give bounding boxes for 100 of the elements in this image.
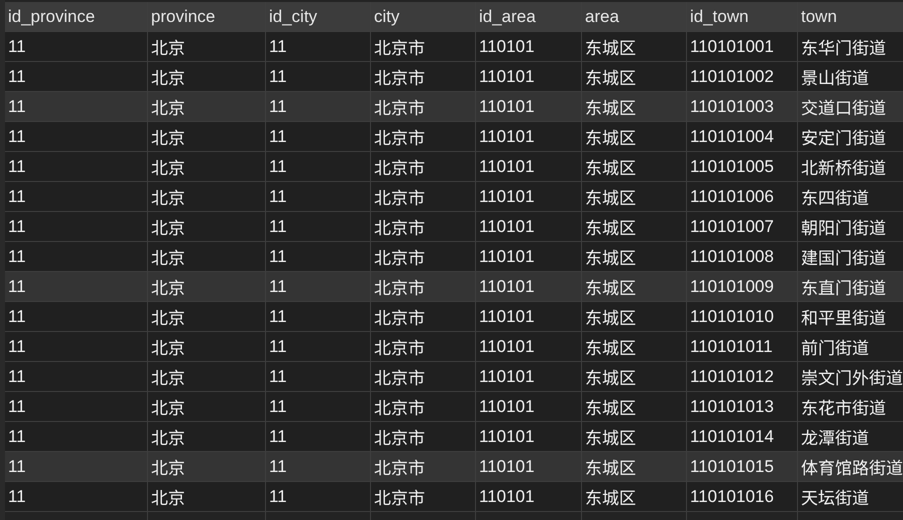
table-cell-text: 东城区 — [585, 488, 636, 509]
table-cell: 11 — [8, 156, 26, 176]
table-cell-text: 北京 — [151, 188, 185, 209]
table-cell-text: 北京市 — [374, 338, 425, 359]
table-cell: 11 — [8, 426, 26, 446]
table-cell: 11 — [8, 246, 26, 266]
table-cell-text: 北京 — [151, 488, 185, 509]
table-cell-text: 北京市 — [374, 308, 425, 329]
column-header[interactable]: city — [374, 6, 400, 26]
table-cell-text: 建国门街道 — [801, 248, 886, 269]
table-cell-text: 北新桥街道 — [801, 158, 886, 179]
table-cell: 11 — [8, 456, 26, 476]
table-cell-text: 北京市 — [374, 248, 425, 269]
table-cell-text: 东城区 — [585, 38, 636, 59]
table-cell-text: 东四街道 — [801, 188, 869, 209]
table-cell-text: 安定门街道 — [801, 128, 886, 149]
table-cell: 11 — [269, 306, 287, 326]
table-cell: 110101005 — [690, 156, 774, 176]
column-header[interactable]: id_province — [8, 6, 95, 26]
table-cell: 110101 — [479, 366, 534, 386]
table-cell-text: 北京市 — [374, 38, 425, 59]
table-cell: 110101 — [479, 456, 534, 476]
table-cell-text: 东城区 — [585, 248, 636, 269]
table-cell: 110101 — [479, 66, 534, 86]
table-cell-text: 体育馆路街道 — [801, 458, 903, 479]
table-cell-text: 北京 — [151, 98, 185, 119]
table-cell: 110101 — [479, 486, 534, 506]
table-cell-text: 东城区 — [585, 188, 636, 209]
table-cell-text: 北京 — [151, 128, 185, 149]
table-cell: 110101004 — [690, 126, 774, 146]
table-cell-text: 北京 — [151, 278, 185, 299]
column-header[interactable]: id_area — [479, 6, 536, 26]
table-cell: 11 — [269, 126, 287, 146]
table-cell-text: 前门街道 — [801, 338, 869, 359]
table-cell: 110101007 — [690, 216, 774, 236]
table-cell: 110101015 — [690, 456, 774, 476]
table-cell: 11 — [8, 126, 26, 146]
table-cell-text: 北京市 — [374, 128, 425, 149]
table-cell: 110101 — [479, 156, 534, 176]
table-cell-text: 东城区 — [585, 428, 636, 449]
table-cell: 11 — [269, 336, 287, 356]
table-cell: 11 — [269, 66, 287, 86]
table-cell: 110101003 — [690, 96, 774, 116]
table-cell-text: 北京市 — [374, 218, 425, 239]
table-cell: 11 — [8, 486, 26, 506]
table-cell-text: 和平里街道 — [801, 308, 886, 329]
table-cell: 11 — [8, 66, 26, 86]
table-cell: 110101 — [479, 276, 534, 296]
table-cell-text: 景山街道 — [801, 68, 869, 89]
table-cell-text: 东城区 — [585, 368, 636, 389]
table-cell: 110101012 — [690, 366, 774, 386]
table-cell: 110101 — [479, 36, 534, 56]
table-cell-text: 北京 — [151, 218, 185, 239]
table-cell-text: 北京市 — [374, 368, 425, 389]
table-cell-text: 北京市 — [374, 488, 425, 509]
table-cell: 110101 — [479, 216, 534, 236]
table-cell-text: 北京 — [151, 158, 185, 179]
table-cell: 110101001 — [690, 36, 774, 56]
table-cell-text: 东华门街道 — [801, 38, 886, 59]
table-cell: 110101 — [479, 246, 534, 266]
table-cell: 110101006 — [690, 186, 774, 206]
table-cell: 11 — [269, 216, 287, 236]
table-cell: 110101 — [479, 396, 534, 416]
table-cell: 110101 — [479, 306, 534, 326]
table-cell-text: 东花市街道 — [801, 398, 886, 419]
table-cell-text: 北京 — [151, 428, 185, 449]
table-cell-text: 北京市 — [374, 158, 425, 179]
column-header[interactable]: id_city — [269, 6, 318, 26]
table-cell-text: 东城区 — [585, 158, 636, 179]
table-cell-text: 东直门街道 — [801, 278, 886, 299]
table-cell: 11 — [8, 96, 26, 116]
table-cell-text: 北京 — [151, 338, 185, 359]
table-cell: 110101011 — [690, 336, 773, 356]
table-cell: 110101010 — [690, 306, 774, 326]
table-cell: 11 — [269, 366, 287, 386]
table-cell: 11 — [269, 456, 287, 476]
table-cell-text: 北京 — [151, 38, 185, 59]
table-cell: 11 — [269, 246, 287, 266]
table-cell: 110101002 — [690, 66, 774, 86]
column-header[interactable]: town — [801, 6, 837, 26]
table-cell-text: 东城区 — [585, 98, 636, 119]
table-cell: 110101014 — [690, 426, 774, 446]
table-cell: 11 — [8, 276, 26, 296]
table-cell-text: 北京 — [151, 68, 185, 89]
table-cell: 11 — [269, 156, 287, 176]
table-cell-text: 东城区 — [585, 338, 636, 359]
column-header[interactable]: area — [585, 6, 620, 26]
table-cell-text: 东城区 — [585, 218, 636, 239]
table-cell-text: 北京市 — [374, 188, 425, 209]
table-cell: 110101013 — [690, 396, 774, 416]
table-cell-text: 北京市 — [374, 98, 425, 119]
table-cell: 11 — [8, 36, 26, 56]
column-header[interactable]: id_town — [690, 6, 749, 26]
table-cell-text: 东城区 — [585, 458, 636, 479]
table-cell-text: 东城区 — [585, 278, 636, 299]
table-cell-text: 北京 — [151, 398, 185, 419]
column-header[interactable]: province — [151, 6, 216, 26]
table-cell-text: 朝阳门街道 — [801, 218, 886, 239]
table-cell: 11 — [8, 396, 26, 416]
table-cell-text: 东城区 — [585, 128, 636, 149]
